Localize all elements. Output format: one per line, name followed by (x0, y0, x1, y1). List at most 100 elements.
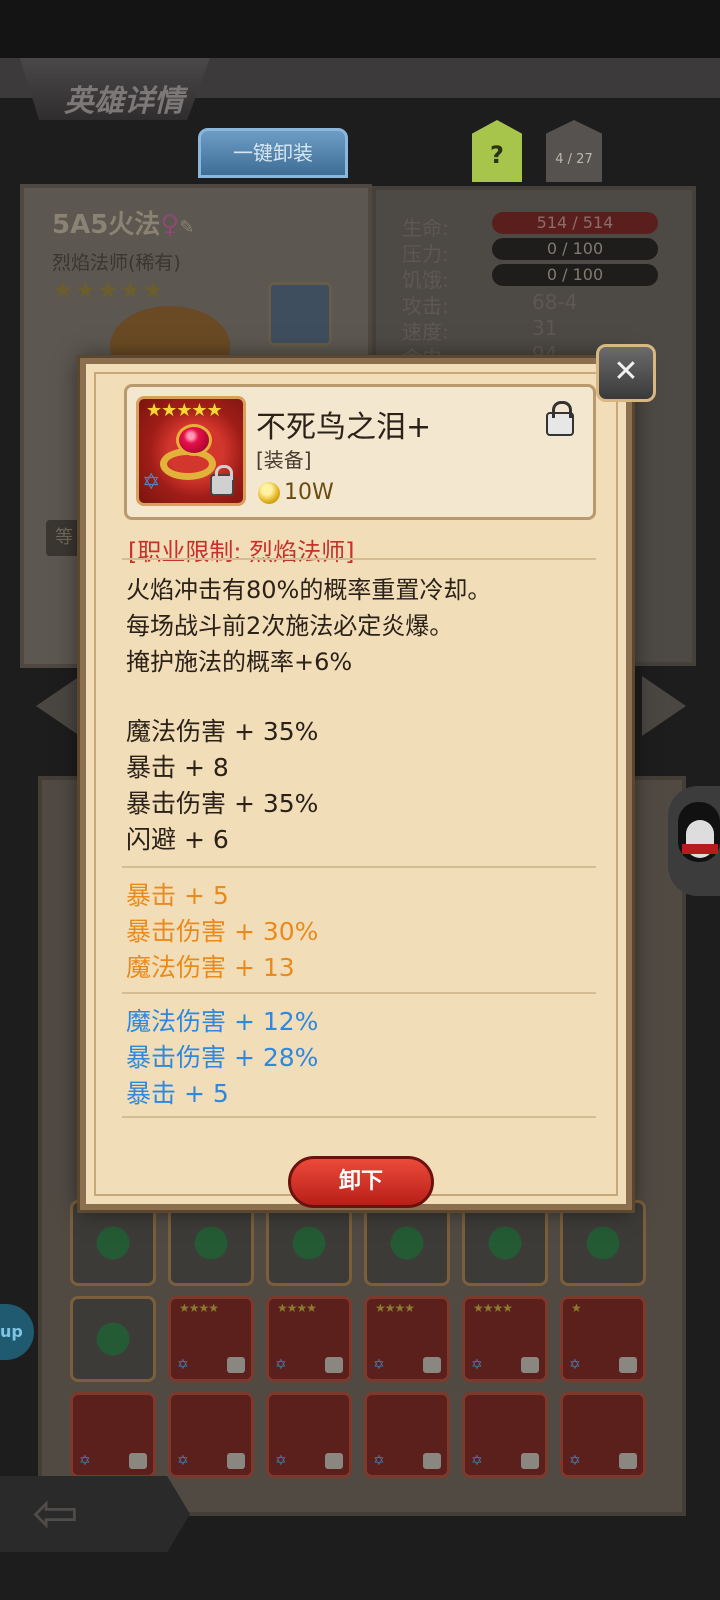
level-tag: 等 (46, 520, 82, 556)
lock-icon (423, 1453, 441, 1469)
qq-penguin-scarf (682, 844, 718, 854)
base-stat: 暴击 + 8 (126, 753, 229, 782)
inventory-slot[interactable] (560, 1200, 646, 1286)
lock-icon (619, 1453, 637, 1469)
inventory-slot[interactable] (70, 1200, 156, 1286)
divider (122, 992, 596, 994)
star-of-david-icon: ✡ (177, 1357, 189, 1373)
lock-icon (227, 1357, 245, 1373)
star-of-david-icon: ✡ (569, 1453, 581, 1469)
lock-icon (423, 1357, 441, 1373)
bonus-stat-orange: 暴击伤害 + 30% (126, 917, 319, 946)
description-line: 火焰冲击有80%的概率重置冷却。 (126, 576, 492, 604)
divider (122, 1116, 596, 1118)
hero-name: 5A5火法♀✎ (52, 204, 194, 241)
slot-stars-icon: ★★★★ (277, 1301, 317, 1315)
description-line: 掩护施法的概率+6% (126, 648, 353, 676)
inventory-slot[interactable] (70, 1296, 156, 1382)
speed-value: 31 (532, 316, 558, 340)
item-name: 不死鸟之泪+ (256, 410, 432, 445)
stat-label-speed: 速度: (402, 320, 449, 344)
base-stat: 暴击伤害 + 35% (126, 789, 319, 818)
back-button[interactable] (0, 1476, 190, 1552)
inventory-slot[interactable] (364, 1200, 450, 1286)
helmet-slot[interactable] (268, 282, 332, 346)
attack-value: 68-4 (532, 290, 578, 314)
stat-label-hp: 生命: (402, 216, 449, 240)
unequip-button[interactable]: 卸下 (288, 1156, 434, 1208)
inventory-slot[interactable]: ✡ (364, 1392, 450, 1478)
slot-stars-icon: ★★★★ (375, 1301, 415, 1315)
qq-floating-button[interactable] (668, 786, 720, 896)
close-button[interactable]: ✕ (596, 344, 656, 402)
stat-label-stress: 压力: (402, 242, 449, 266)
page-counter-tab[interactable] (546, 120, 602, 182)
female-icon: ♀ (160, 210, 180, 240)
inventory-slot[interactable]: ★★★★ ✡ (168, 1296, 254, 1382)
page-title: 英雄详情 (64, 84, 184, 119)
lock-icon (227, 1453, 245, 1469)
unequip-all-button[interactable]: 一键卸装 (198, 128, 348, 178)
side-app-button[interactable]: up (0, 1304, 34, 1360)
inventory-slot[interactable]: ✡ (266, 1392, 352, 1478)
item-stars: ★★★★★ (146, 400, 223, 421)
hero-stars: ★★★★★ (52, 276, 165, 304)
item-lock-icon (210, 465, 234, 496)
lock-icon (325, 1357, 343, 1373)
lock-icon (325, 1453, 343, 1469)
inventory-slot[interactable] (462, 1200, 548, 1286)
slot-stars-icon: ★ (571, 1301, 582, 1315)
page-counter: 4 / 27 (555, 152, 593, 167)
star-of-david-icon: ✡ (79, 1453, 91, 1469)
star-of-david-icon: ✡ (142, 470, 161, 495)
job-restriction: [职业限制: 烈焰法师] (128, 538, 355, 566)
item-price: 10W (284, 480, 334, 505)
bonus-stat-blue: 暴击伤害 + 28% (126, 1043, 319, 1072)
stat-label-attack: 攻击: (402, 294, 449, 318)
star-of-david-icon: ✡ (177, 1453, 189, 1469)
star-of-david-icon: ✡ (275, 1357, 287, 1373)
inventory-slot[interactable]: ✡ (462, 1392, 548, 1478)
description-line: 每场战斗前2次施法必定炎爆。 (126, 612, 454, 640)
hero-class: 烈焰法师(稀有) (52, 252, 181, 274)
stress-bar: 0 / 100 (492, 238, 658, 260)
inventory-slot[interactable]: ★★★★ ✡ (266, 1296, 352, 1382)
star-of-david-icon: ✡ (471, 1453, 483, 1469)
help-button[interactable]: ? (472, 120, 522, 182)
inventory-slot[interactable]: ✡ (560, 1392, 646, 1478)
ruby-gem-icon (176, 424, 212, 456)
hp-bar: 514 / 514 (492, 212, 658, 234)
back-arrow-icon: ⇦ (32, 1481, 79, 1546)
star-of-david-icon: ✡ (471, 1357, 483, 1373)
inventory-slot[interactable] (266, 1200, 352, 1286)
hunger-bar: 0 / 100 (492, 264, 658, 286)
divider (122, 558, 596, 560)
inventory-slot[interactable]: ★ ✡ (560, 1296, 646, 1382)
previous-hero-arrow[interactable] (36, 676, 80, 736)
lock-toggle-icon[interactable] (546, 401, 574, 436)
slot-stars-icon: ★★★★ (179, 1301, 219, 1315)
item-type: [装备] (256, 448, 312, 472)
lock-icon (521, 1453, 539, 1469)
base-stat: 闪避 + 6 (126, 825, 229, 854)
inventory-slot[interactable] (168, 1200, 254, 1286)
lock-icon (129, 1453, 147, 1469)
next-hero-arrow[interactable] (642, 676, 686, 736)
edit-icon[interactable]: ✎ (179, 217, 194, 238)
bonus-stat-blue: 魔法伤害 + 12% (126, 1007, 319, 1036)
star-of-david-icon: ✡ (373, 1357, 385, 1373)
bonus-stat-orange: 暴击 + 5 (126, 881, 229, 910)
inventory-slot[interactable]: ✡ (70, 1392, 156, 1478)
slot-stars-icon: ★★★★ (473, 1301, 513, 1315)
divider (122, 866, 596, 868)
inventory-slot[interactable]: ✡ (168, 1392, 254, 1478)
star-of-david-icon: ✡ (373, 1453, 385, 1469)
star-of-david-icon: ✡ (569, 1357, 581, 1373)
inventory-slot[interactable]: ★★★★ ✡ (462, 1296, 548, 1382)
star-of-david-icon: ✡ (275, 1453, 287, 1469)
inventory-slot[interactable]: ★★★★ ✡ (364, 1296, 450, 1382)
lock-icon (521, 1357, 539, 1373)
bonus-stat-blue: 暴击 + 5 (126, 1079, 229, 1108)
base-stat: 魔法伤害 + 35% (126, 717, 319, 746)
coin-icon (258, 482, 280, 504)
